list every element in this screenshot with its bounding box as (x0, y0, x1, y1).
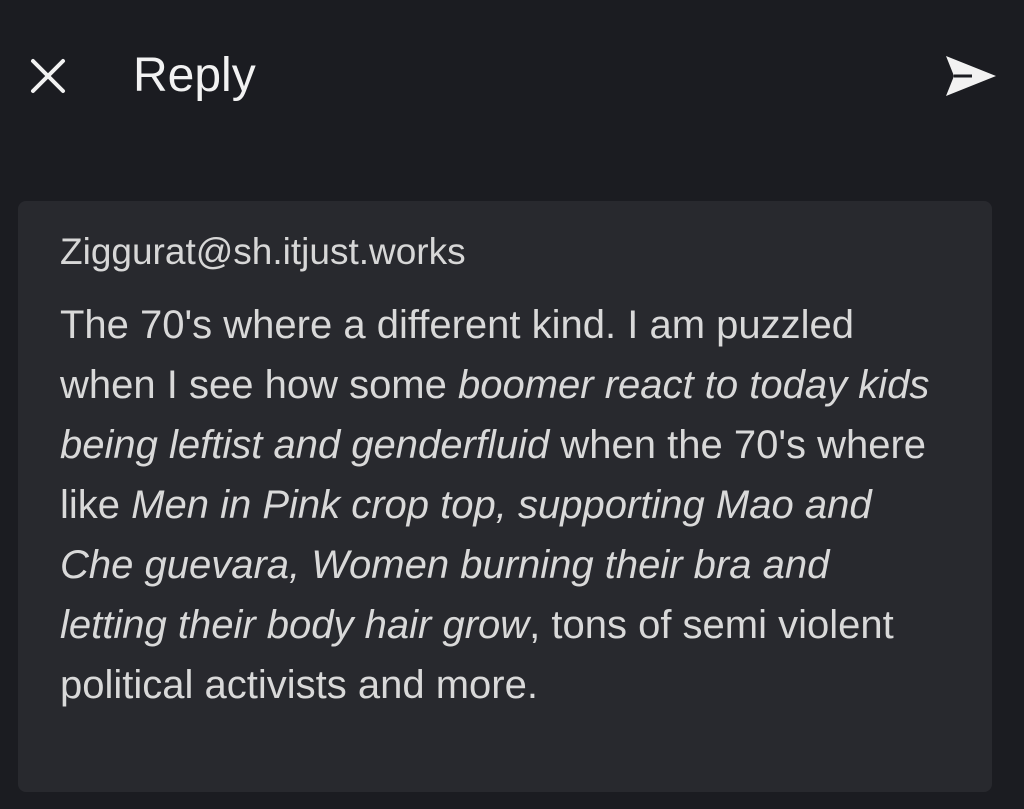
page-title: Reply (133, 49, 256, 102)
send-icon (946, 56, 996, 96)
close-button[interactable] (26, 54, 70, 98)
reply-header: Reply (0, 0, 1024, 150)
quoted-comment: Ziggurat@sh.itjust.works The 70's where … (18, 201, 992, 792)
close-icon (31, 59, 65, 93)
send-button[interactable] (940, 48, 1002, 104)
quoted-comment-body: The 70's where a different kind. I am pu… (60, 295, 940, 715)
quoted-author: Ziggurat@sh.itjust.works (60, 231, 466, 272)
